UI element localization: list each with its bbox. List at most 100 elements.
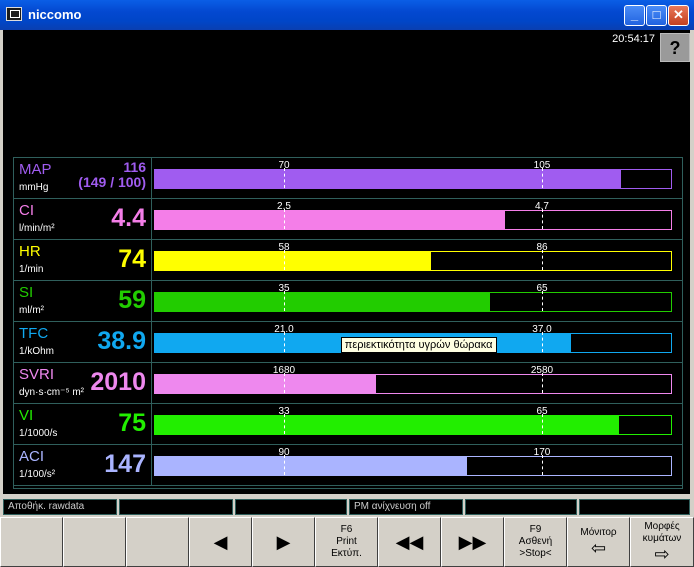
fast-forward-icon: ▶▶ xyxy=(458,532,487,552)
function-key-bar: ◀ ▶ F6 Print Εκτύπ. ◀◀ ▶▶ F9 Ασθενή >Sto… xyxy=(0,517,694,567)
high-limit-tick xyxy=(542,168,543,188)
parameter-label-cell[interactable]: CI l/min/m² 4.4 xyxy=(14,199,152,239)
parameter-bar: 58 86 xyxy=(154,242,672,271)
low-limit-label: 1680 xyxy=(272,365,296,376)
parameter-unit: ml/m² xyxy=(19,305,44,316)
triangle-left-icon: ◀ xyxy=(213,532,228,552)
parameter-label-cell[interactable]: SI ml/m² 59 xyxy=(14,281,152,321)
parameter-bar-fill xyxy=(155,375,377,393)
patient-key: F9 xyxy=(529,524,542,535)
monitor-screen: 20:54:17 ? MAP mmHg 116 (149 / 100) 70 10… xyxy=(3,30,690,494)
rawdata-status[interactable]: Αποθήκ. rawdata xyxy=(3,499,117,515)
high-limit-tick xyxy=(542,209,543,229)
parameter-bar: 35 65 xyxy=(154,283,672,312)
parameter-unit: 1/1000/s xyxy=(19,428,58,439)
clock: 20:54:17 xyxy=(612,33,655,45)
parameter-name: TFC xyxy=(19,325,49,342)
parameter-name: MAP xyxy=(19,161,52,178)
stop-label: >Stop< xyxy=(519,548,552,559)
parameter-label-cell[interactable]: SVRI dyn·s·cm⁻⁵ m² 2010 xyxy=(14,363,152,403)
parameter-value: 59 xyxy=(118,286,146,314)
parameter-name: VI xyxy=(19,407,34,424)
parameter-label-cell[interactable]: VI 1/1000/s 75 xyxy=(14,404,152,444)
parameter-label-cell[interactable]: TFC 1/kOhm 38.9 xyxy=(14,322,152,362)
parameter-row-ci: CI l/min/m² 4.4 2.5 4.7 xyxy=(14,199,682,240)
parameter-row-map: MAP mmHg 116 (149 / 100) 70 105 xyxy=(14,158,682,199)
parameter-bar: 21.0 37.0 περιεκτικότητα υγρών θώρακα xyxy=(154,324,672,353)
minimize-button[interactable]: _ xyxy=(624,5,645,26)
pm-detection-status[interactable]: PM ανίχνευση off xyxy=(349,499,463,515)
rewind-button[interactable]: ◀◀ xyxy=(378,517,441,567)
low-limit-tick xyxy=(284,414,285,434)
low-limit-label: 2.5 xyxy=(277,201,291,212)
parameter-unit: mmHg xyxy=(19,182,49,193)
low-limit-tick xyxy=(284,250,285,270)
low-limit-label: 90 xyxy=(278,447,290,458)
parameter-unit: 1/min xyxy=(19,264,44,275)
fkey-button-2[interactable] xyxy=(63,517,126,567)
monitor-button[interactable]: Μόνιτορ ⇦ xyxy=(567,517,630,567)
next-button[interactable]: ▶ xyxy=(252,517,315,567)
high-limit-tick xyxy=(542,414,543,434)
fast-forward-button[interactable]: ▶▶ xyxy=(441,517,504,567)
low-limit-tick xyxy=(284,455,285,475)
help-button[interactable]: ? xyxy=(660,33,690,62)
parameter-unit: 1/100/s² xyxy=(19,469,56,480)
app-icon[interactable] xyxy=(6,7,22,21)
parameter-row-si: SI ml/m² 59 35 65 xyxy=(14,281,682,322)
patient-label: Ασθενή xyxy=(518,536,553,547)
rewind-icon: ◀◀ xyxy=(395,532,424,552)
waveforms-label: Μορφές κυμάτων xyxy=(642,521,682,544)
high-limit-tick xyxy=(542,455,543,475)
print-key: F6 xyxy=(340,524,353,535)
low-limit-label: 35 xyxy=(278,283,290,294)
low-limit-tick xyxy=(284,209,285,229)
parameter-bar: 2.5 4.7 xyxy=(154,201,672,230)
parameter-bar-fill xyxy=(155,170,621,188)
status-bar: Αποθήκ. rawdata PM ανίχνευση off xyxy=(3,499,690,515)
parameter-unit: dyn·s·cm⁻⁵ m² xyxy=(19,387,84,398)
parameter-label-cell[interactable]: HR 1/min 74 xyxy=(14,240,152,280)
patient-stop-button[interactable]: F9 Ασθενή >Stop< xyxy=(504,517,567,567)
parameter-name: ACI xyxy=(19,448,45,465)
high-limit-label: 4.7 xyxy=(535,201,549,212)
waveforms-button[interactable]: Μορφές κυμάτων ⇨ xyxy=(630,517,694,567)
parameter-value: 38.9 xyxy=(97,327,146,355)
parameter-bar-fill xyxy=(155,252,432,270)
parameter-bar-fill xyxy=(155,293,491,311)
arrow-right-icon: ⇨ xyxy=(654,544,670,564)
arrow-left-icon: ⇦ xyxy=(590,538,607,558)
parameter-bar: 33 65 xyxy=(154,406,672,435)
parameter-bar-fill xyxy=(155,457,468,475)
high-limit-label: 65 xyxy=(536,283,548,294)
fkey-button-3[interactable] xyxy=(126,517,189,567)
maximize-icon: □ xyxy=(652,7,661,22)
close-button[interactable]: ✕ xyxy=(668,5,689,26)
high-limit-tick xyxy=(542,373,543,393)
parameter-label-cell[interactable]: MAP mmHg 116 (149 / 100) xyxy=(14,158,152,198)
parameter-row-svri: SVRI dyn·s·cm⁻⁵ m² 2010 1680 2580 xyxy=(14,363,682,404)
low-limit-label: 21.0 xyxy=(274,324,294,335)
previous-button[interactable]: ◀ xyxy=(189,517,252,567)
high-limit-label: 65 xyxy=(536,406,548,417)
parameter-row-vi: VI 1/1000/s 75 33 65 xyxy=(14,404,682,445)
fkey-button-1[interactable] xyxy=(0,517,63,567)
print-button[interactable]: F6 Print Εκτύπ. xyxy=(315,517,378,567)
low-limit-label: 33 xyxy=(278,406,290,417)
status-cell-6 xyxy=(579,499,690,515)
high-limit-label: 86 xyxy=(536,242,548,253)
print-label: Print xyxy=(336,536,357,547)
parameter-row-aci: ACI 1/100/s² 147 90 170 xyxy=(14,445,682,486)
parameter-unit: 1/kOhm xyxy=(19,346,55,357)
parameter-name: HR xyxy=(19,243,41,260)
parameter-value: 74 xyxy=(118,245,146,273)
low-limit-tick xyxy=(284,291,285,311)
parameter-name: SVRI xyxy=(19,366,55,383)
high-limit-label: 105 xyxy=(533,160,551,171)
status-cell-2 xyxy=(119,499,233,515)
parameter-bar: 70 105 xyxy=(154,160,672,189)
maximize-button[interactable]: □ xyxy=(646,5,667,26)
low-limit-label: 70 xyxy=(278,160,290,171)
parameter-label-cell[interactable]: ACI 1/100/s² 147 xyxy=(14,445,152,485)
high-limit-tick xyxy=(542,291,543,311)
